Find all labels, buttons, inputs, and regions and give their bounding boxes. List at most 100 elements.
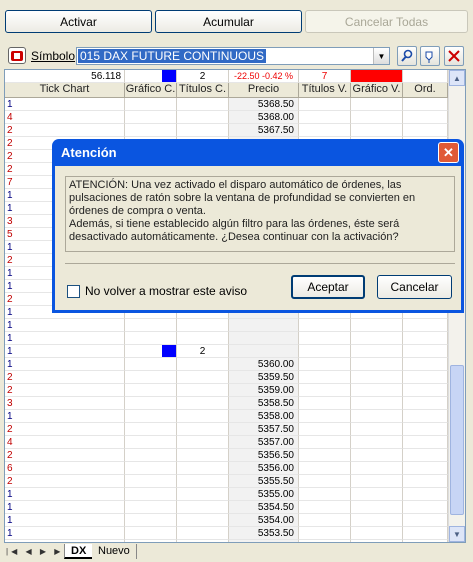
cell-grafico-c[interactable] [125,527,177,540]
cell-titulos-v[interactable] [299,449,351,462]
acumular-button[interactable]: Acumular [155,10,302,33]
cell-ord[interactable] [403,462,448,475]
table-row[interactable]: 4 5368.00 [5,111,448,124]
table-row[interactable]: 12 [5,345,448,358]
cell-precio[interactable] [229,319,299,332]
symbol-select[interactable]: 015 DAX FUTURE CONTINUOUS ▼ [76,47,390,65]
col-titulos-c[interactable]: Títulos C. [177,83,229,98]
cell-grafico-v[interactable] [351,475,403,488]
cell-titulos-c[interactable] [177,397,229,410]
cell-grafico-c[interactable] [125,501,177,514]
table-row[interactable]: 2 5367.50 [5,124,448,137]
cell-titulos-v[interactable] [299,475,351,488]
cell-grafico-c[interactable] [125,384,177,397]
table-row[interactable]: 1 5368.50 [5,98,448,111]
cell-grafico-c[interactable] [125,540,177,542]
tab-nuevo[interactable]: Nuevo [92,544,137,559]
cell-grafico-v[interactable] [351,98,403,111]
col-titulos-v[interactable]: Títulos V. [299,83,351,98]
cell-titulos-v[interactable] [299,501,351,514]
cell-grafico-c[interactable] [125,397,177,410]
cell-titulos-c[interactable] [177,423,229,436]
cell-titulos-v[interactable] [299,540,351,542]
cell-ord[interactable] [403,358,448,371]
table-row[interactable]: 2 5357.50 [5,423,448,436]
cell-grafico-v[interactable] [351,410,403,423]
cell-precio[interactable]: 5357.50 [229,423,299,436]
cell-titulos-v[interactable] [299,527,351,540]
cell-titulos-c[interactable] [177,449,229,462]
tab-dx[interactable]: DX [64,544,94,559]
cell-titulos-v[interactable] [299,397,351,410]
cell-grafico-c[interactable] [125,332,177,345]
table-row[interactable]: 1 5354.50 [5,501,448,514]
cell-grafico-v[interactable] [351,514,403,527]
cell-titulos-v[interactable] [299,423,351,436]
cell-grafico-v[interactable] [351,462,403,475]
cell-titulos-c[interactable] [177,384,229,397]
cell-titulos-c[interactable] [177,319,229,332]
table-row[interactable]: 2 5359.00 [5,384,448,397]
activar-button[interactable]: Activar [5,10,152,33]
cell-titulos-v[interactable] [299,514,351,527]
cell-titulos-v[interactable] [299,111,351,124]
cell-precio[interactable]: 5367.50 [229,124,299,137]
cell-grafico-c[interactable] [125,358,177,371]
cell-grafico-v[interactable] [351,358,403,371]
scroll-thumb[interactable] [450,365,464,515]
cell-titulos-v[interactable] [299,358,351,371]
cell-titulos-c[interactable] [177,475,229,488]
chevron-down-icon[interactable]: ▼ [373,48,389,64]
col-grafico-v[interactable]: Gráfico V. [351,83,403,98]
cell-grafico-v[interactable] [351,124,403,137]
checkbox-box[interactable] [67,284,80,298]
cell-titulos-c[interactable] [177,358,229,371]
search-button[interactable] [397,46,417,66]
tab-nav-arrows-icon[interactable]: |◀ ◀ ▶ ▶| [6,547,68,556]
table-row[interactable]: 4 5357.00 [5,436,448,449]
table-row[interactable]: 3 5358.50 [5,397,448,410]
cell-precio[interactable]: 5356.00 [229,462,299,475]
cell-grafico-v[interactable] [351,332,403,345]
cell-grafico-v[interactable] [351,371,403,384]
cell-grafico-c[interactable] [125,111,177,124]
cell-titulos-v[interactable] [299,332,351,345]
cell-ord[interactable] [403,397,448,410]
cell-titulos-c[interactable] [177,98,229,111]
cell-precio[interactable] [229,345,299,358]
cell-grafico-v[interactable] [351,527,403,540]
dont-show-again-checkbox[interactable]: No volver a mostrar este aviso [67,284,247,298]
cell-grafico-v[interactable] [351,488,403,501]
cell-grafico-v[interactable] [351,345,403,358]
cell-grafico-c[interactable] [125,475,177,488]
cell-ord[interactable] [403,332,448,345]
cell-precio[interactable]: 5355.50 [229,475,299,488]
cell-precio[interactable]: 5368.00 [229,111,299,124]
cell-ord[interactable] [403,410,448,423]
cell-ord[interactable] [403,98,448,111]
cell-grafico-c[interactable] [125,124,177,137]
table-row[interactable]: 1 [5,319,448,332]
cell-ord[interactable] [403,540,448,542]
cell-titulos-c[interactable] [177,111,229,124]
cell-titulos-v[interactable] [299,124,351,137]
cell-ord[interactable] [403,371,448,384]
cell-ord[interactable] [403,423,448,436]
cell-precio[interactable]: 5368.50 [229,98,299,111]
dialog-close-button[interactable]: ✕ [438,142,459,163]
col-precio[interactable]: Precio [229,83,299,98]
cell-titulos-v[interactable] [299,98,351,111]
cell-ord[interactable] [403,384,448,397]
table-row[interactable]: 1 5358.00 [5,410,448,423]
aceptar-button[interactable]: Aceptar [291,275,365,299]
table-row[interactable]: 1 5353.50 [5,527,448,540]
cell-precio[interactable]: 5356.50 [229,449,299,462]
cell-grafico-c[interactable] [125,488,177,501]
table-row[interactable]: 1 [5,332,448,345]
cancelar-todas-button[interactable]: Cancelar Todas [305,10,468,33]
cell-titulos-c[interactable] [177,436,229,449]
cancelar-button[interactable]: Cancelar [377,275,452,299]
cell-precio[interactable]: 5354.00 [229,514,299,527]
cell-precio[interactable]: 5358.50 [229,397,299,410]
cell-grafico-c[interactable] [125,319,177,332]
